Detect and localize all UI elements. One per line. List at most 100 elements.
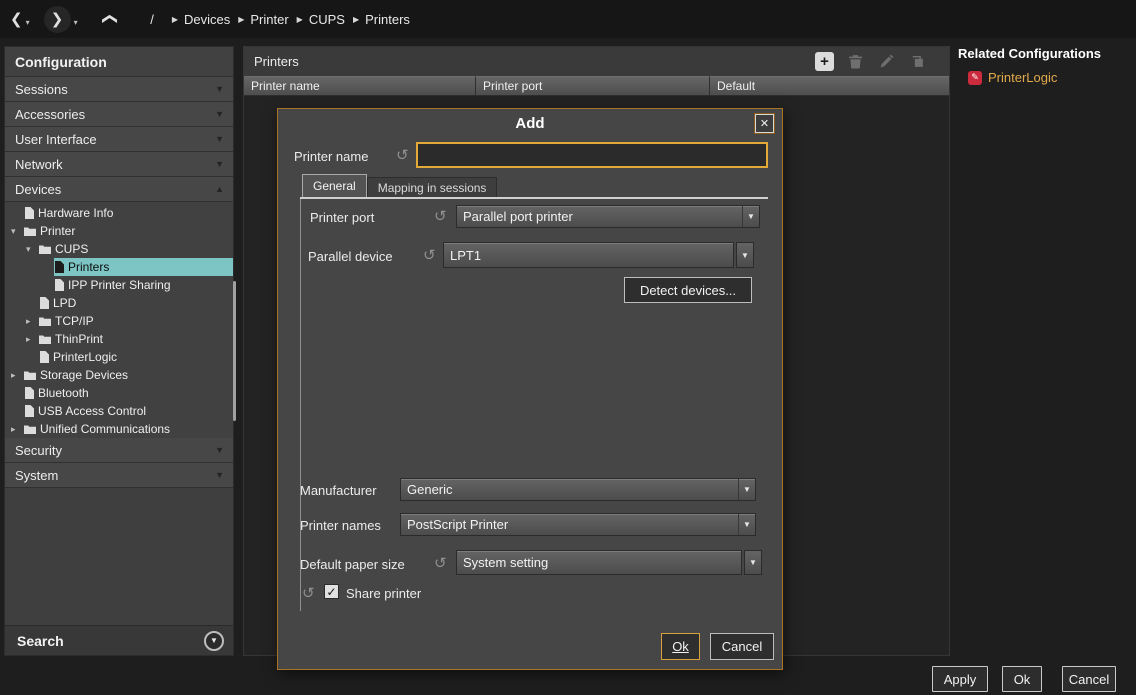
- sidebar-section-sessions[interactable]: Sessions ▼: [5, 77, 233, 102]
- section-label: Security: [15, 443, 62, 458]
- tree-expanded-icon[interactable]: ▾: [11, 226, 24, 237]
- tree-collapsed-icon[interactable]: ▸: [26, 316, 39, 327]
- forward-button[interactable]: ❯ ▾: [44, 6, 78, 33]
- tree-item-printers[interactable]: Printers: [5, 258, 233, 276]
- duplicate-button[interactable]: [908, 52, 927, 71]
- document-icon: [39, 351, 49, 363]
- forward-history-caret-icon: ▾: [74, 18, 78, 27]
- printer-names-dropdown[interactable]: PostScript Printer ▼: [400, 513, 756, 536]
- tab-general[interactable]: General: [302, 174, 367, 197]
- printers-panel-header: Printers +: [244, 47, 949, 76]
- breadcrumb-separator-icon: ▶: [172, 15, 178, 24]
- folder-icon: [39, 244, 51, 254]
- sidebar-section-user-interface[interactable]: User Interface ▼: [5, 127, 233, 152]
- section-collapsed-icon: ▼: [215, 84, 224, 94]
- sidebar-title: Configuration: [5, 47, 233, 77]
- up-button[interactable]: ❯: [102, 10, 115, 28]
- tree-item-label: LPD: [53, 296, 76, 310]
- search-expand-button[interactable]: ▼: [204, 631, 224, 651]
- tree-item-hardware-info[interactable]: Hardware Info: [5, 204, 233, 222]
- up-icon: ❯: [99, 13, 117, 26]
- column-header-printer-port[interactable]: Printer port: [476, 76, 710, 96]
- back-icon: ❮: [10, 10, 23, 28]
- folder-icon: [24, 424, 36, 434]
- section-label: Sessions: [15, 82, 68, 97]
- close-icon: ✕: [760, 117, 769, 130]
- parallel-device-combo[interactable]: LPT1: [443, 242, 734, 268]
- global-ok-button[interactable]: Ok: [1002, 666, 1042, 692]
- tab-content-border: [300, 199, 301, 611]
- breadcrumb-printers[interactable]: Printers: [365, 12, 410, 27]
- paper-size-dropdown-button[interactable]: ▼: [744, 550, 762, 575]
- tree-collapsed-icon[interactable]: ▸: [11, 424, 24, 435]
- printer-port-dropdown[interactable]: Parallel port printer ▼: [456, 205, 760, 228]
- tree-item-lpd[interactable]: LPD: [5, 294, 233, 312]
- tab-mapping-in-sessions[interactable]: Mapping in sessions: [367, 177, 498, 197]
- tree-collapsed-icon[interactable]: ▸: [26, 334, 39, 345]
- tree-item-bluetooth[interactable]: Bluetooth: [5, 384, 233, 402]
- tree-item-cups[interactable]: ▾ CUPS: [5, 240, 233, 258]
- section-label: Devices: [15, 182, 61, 197]
- reset-paper-size-icon[interactable]: ↺: [434, 556, 447, 571]
- tree-item-usb-access-control[interactable]: USB Access Control: [5, 402, 233, 420]
- document-icon: [24, 405, 34, 417]
- tree-item-ipp-printer-sharing[interactable]: IPP Printer Sharing: [5, 276, 233, 294]
- column-header-printer-name[interactable]: Printer name: [244, 76, 476, 96]
- paper-size-combo[interactable]: System setting: [456, 550, 742, 575]
- tree-item-thinprint[interactable]: ▸ ThinPrint: [5, 330, 233, 348]
- sidebar-section-network[interactable]: Network ▼: [5, 152, 233, 177]
- tree-item-tcpip[interactable]: ▸ TCP/IP: [5, 312, 233, 330]
- reset-share-printer-icon[interactable]: ↺: [302, 586, 315, 601]
- breadcrumb-devices[interactable]: Devices: [184, 12, 230, 27]
- dialog-title: Add: [278, 115, 782, 132]
- tree-item-label: ThinPrint: [55, 332, 103, 346]
- apply-button[interactable]: Apply: [932, 666, 988, 692]
- manufacturer-dropdown[interactable]: Generic ▼: [400, 478, 756, 501]
- printer-name-input[interactable]: [416, 142, 768, 168]
- dialog-close-button[interactable]: ✕: [755, 114, 774, 133]
- reset-parallel-device-icon[interactable]: ↺: [423, 248, 436, 263]
- document-icon: [24, 207, 34, 219]
- related-configurations-title: Related Configurations: [958, 46, 1134, 61]
- delete-button[interactable]: [846, 52, 865, 71]
- related-item-printerlogic[interactable]: ✎ PrinterLogic: [958, 70, 1134, 85]
- edit-button[interactable]: [877, 52, 896, 71]
- dialog-cancel-button[interactable]: Cancel: [710, 633, 774, 660]
- breadcrumb-cups[interactable]: CUPS: [309, 12, 345, 27]
- reset-printer-port-icon[interactable]: ↺: [434, 209, 447, 224]
- share-printer-checkbox[interactable]: ✓: [324, 584, 339, 599]
- sidebar-scrollbar[interactable]: [233, 281, 236, 421]
- detect-devices-button[interactable]: Detect devices...: [624, 277, 752, 303]
- sidebar-section-accessories[interactable]: Accessories ▼: [5, 102, 233, 127]
- parallel-device-dropdown-button[interactable]: ▼: [736, 242, 754, 268]
- tree-item-printerlogic[interactable]: PrinterLogic: [5, 348, 233, 366]
- forward-button-circle: ❯: [44, 6, 71, 33]
- sidebar-section-security[interactable]: Security ▼: [5, 438, 233, 463]
- dropdown-arrow-icon: ▼: [742, 206, 759, 227]
- sidebar-section-system[interactable]: System ▼: [5, 463, 233, 488]
- chevron-down-icon: ▼: [210, 636, 218, 645]
- section-collapsed-icon: ▼: [215, 134, 224, 144]
- device-tree: Hardware Info ▾ Printer ▾ CUPS Printers …: [5, 202, 233, 438]
- tree-item-storage-devices[interactable]: ▸ Storage Devices: [5, 366, 233, 384]
- back-button[interactable]: ❮ ▾: [10, 10, 30, 28]
- breadcrumb-separator-icon: ▶: [238, 15, 244, 24]
- dialog-tabs: General Mapping in sessions: [302, 174, 497, 197]
- printer-name-label: Printer name: [294, 149, 368, 164]
- sidebar-section-devices[interactable]: Devices ▲: [5, 177, 233, 202]
- breadcrumb-printer[interactable]: Printer: [250, 12, 288, 27]
- tree-item-unified-communications[interactable]: ▸ Unified Communications: [5, 420, 233, 438]
- tree-expanded-icon[interactable]: ▾: [26, 244, 39, 255]
- printer-names-value: PostScript Printer: [401, 514, 738, 535]
- add-button[interactable]: +: [815, 52, 834, 71]
- document-icon: [39, 297, 49, 309]
- dialog-ok-button[interactable]: Ok: [661, 633, 700, 660]
- column-header-default[interactable]: Default: [710, 76, 949, 96]
- global-cancel-button[interactable]: Cancel: [1062, 666, 1116, 692]
- reset-printer-name-icon[interactable]: ↺: [396, 148, 409, 163]
- tree-collapsed-icon[interactable]: ▸: [11, 370, 24, 381]
- share-printer-label: Share printer: [346, 586, 421, 601]
- section-collapsed-icon: ▼: [215, 109, 224, 119]
- tree-item-printer[interactable]: ▾ Printer: [5, 222, 233, 240]
- printerlogic-badge-icon: ✎: [968, 71, 982, 85]
